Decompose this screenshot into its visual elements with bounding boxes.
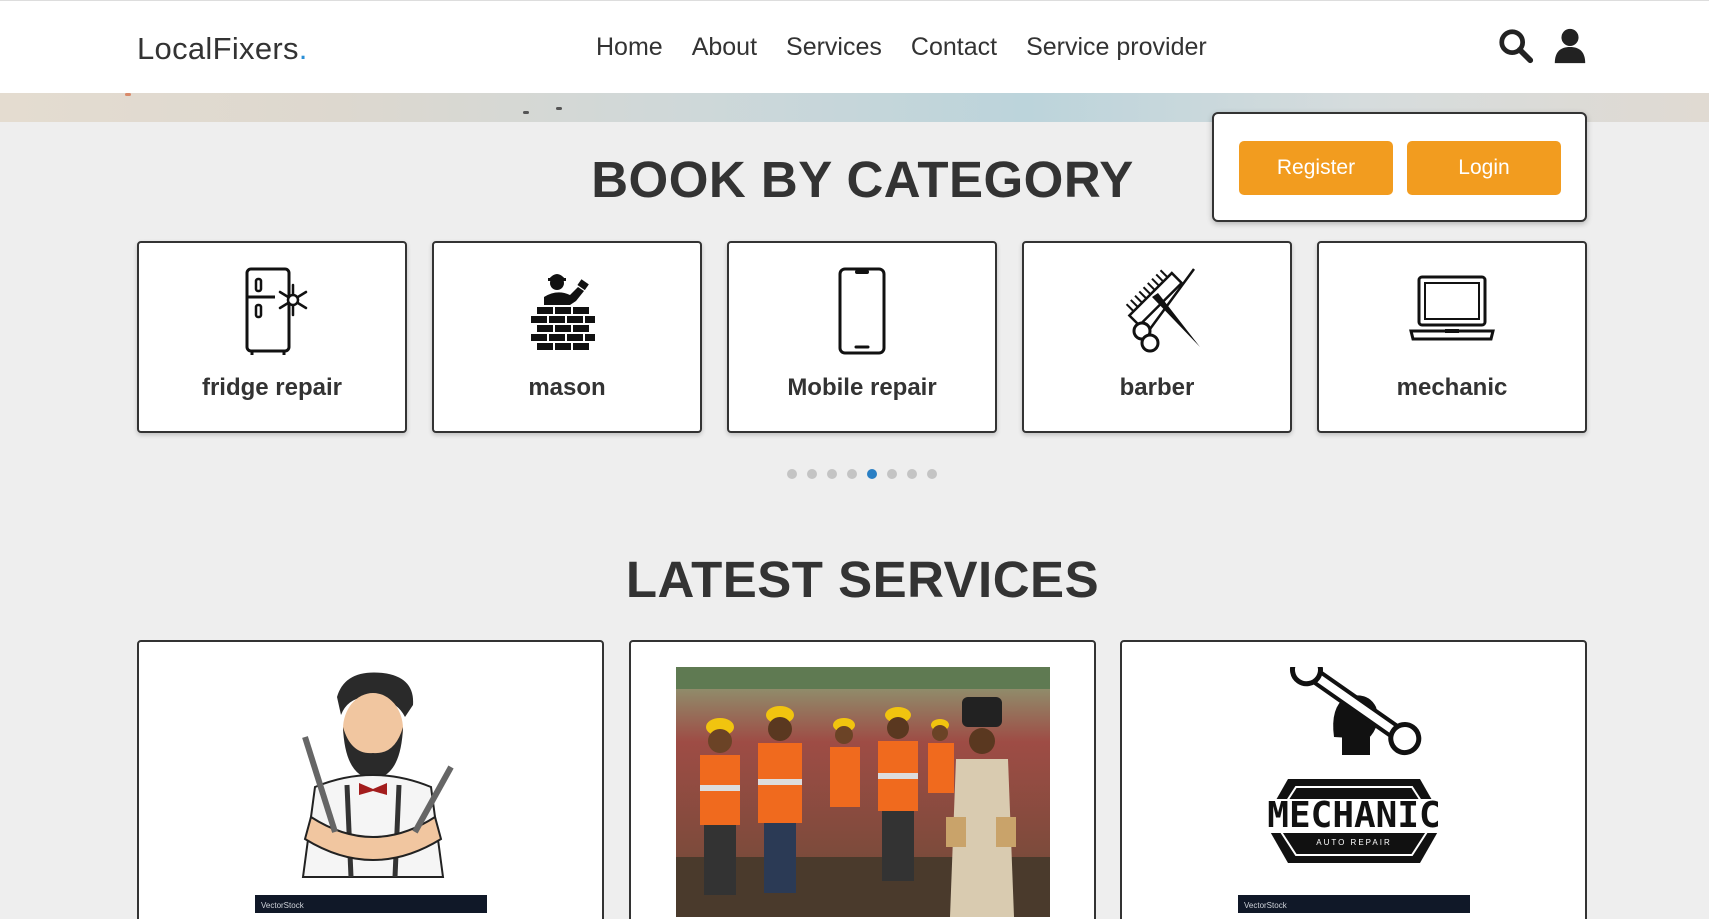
header-icons xyxy=(1497,27,1589,65)
category-label: Mobile repair xyxy=(787,374,937,401)
auth-panel: Register Login xyxy=(1212,112,1587,222)
carousel-dot-active[interactable] xyxy=(867,469,877,479)
barber-icon xyxy=(1125,268,1200,353)
category-label: barber xyxy=(1119,374,1195,401)
category-card-mobile-repair[interactable]: Mobile repair xyxy=(727,241,997,433)
carousel-dot[interactable] xyxy=(927,469,937,479)
carousel-dot[interactable] xyxy=(907,469,917,479)
mechanic-logo: MECHANIC AUTO REPAIR VectorStock xyxy=(1237,667,1470,913)
service-card-workers[interactable] xyxy=(629,640,1096,919)
nav-about[interactable]: About xyxy=(692,33,757,62)
nav-contact[interactable]: Contact xyxy=(911,33,997,62)
carousel-dots xyxy=(787,469,937,479)
workers-photo xyxy=(675,667,1050,917)
category-card-fridge-repair[interactable]: fridge repair xyxy=(137,241,407,433)
nav-home[interactable]: Home xyxy=(596,33,663,62)
login-button[interactable]: Login xyxy=(1407,141,1561,195)
main-nav: Home About Services Contact Service prov… xyxy=(596,33,1207,62)
watermark-text: VectorStock xyxy=(261,901,305,910)
latest-services-title: LATEST SERVICES xyxy=(625,551,1100,608)
category-card-barber[interactable]: barber xyxy=(1022,241,1292,433)
category-card-mason[interactable]: mason xyxy=(432,241,702,433)
watermark-text: VectorStock xyxy=(1244,901,1288,910)
nav-service-provider[interactable]: Service provider xyxy=(1026,33,1207,62)
carousel-dot[interactable] xyxy=(787,469,797,479)
user-icon[interactable] xyxy=(1551,27,1589,65)
search-icon[interactable] xyxy=(1497,27,1535,65)
mobile-icon xyxy=(838,267,886,355)
category-label: mason xyxy=(528,374,606,401)
service-card-mechanic[interactable]: MECHANIC AUTO REPAIR VectorStock xyxy=(1120,640,1587,919)
nav-services[interactable]: Services xyxy=(786,33,882,62)
logo-text: LocalFixers xyxy=(137,31,299,66)
mechanic-logo-text: MECHANIC xyxy=(1267,795,1440,836)
mason-icon xyxy=(531,274,595,350)
site-logo[interactable]: LocalFixers. xyxy=(137,31,308,67)
logo-dot: . xyxy=(298,31,308,66)
register-button[interactable]: Register xyxy=(1239,141,1393,195)
carousel-dot[interactable] xyxy=(847,469,857,479)
mechanic-logo-subtext: AUTO REPAIR xyxy=(1316,838,1392,847)
laptop-icon xyxy=(1409,275,1495,341)
category-label: fridge repair xyxy=(201,374,343,401)
service-card-barber[interactable]: VectorStock xyxy=(137,640,604,919)
carousel-dot[interactable] xyxy=(827,469,837,479)
carousel-dot[interactable] xyxy=(887,469,897,479)
category-label: mechanic xyxy=(1396,374,1508,401)
category-card-mechanic[interactable]: mechanic xyxy=(1317,241,1587,433)
carousel-dot[interactable] xyxy=(807,469,817,479)
barber-illustration: VectorStock xyxy=(254,672,487,913)
fridge-icon xyxy=(245,267,308,355)
site-header: LocalFixers. Home About Services Contact… xyxy=(0,0,1709,93)
